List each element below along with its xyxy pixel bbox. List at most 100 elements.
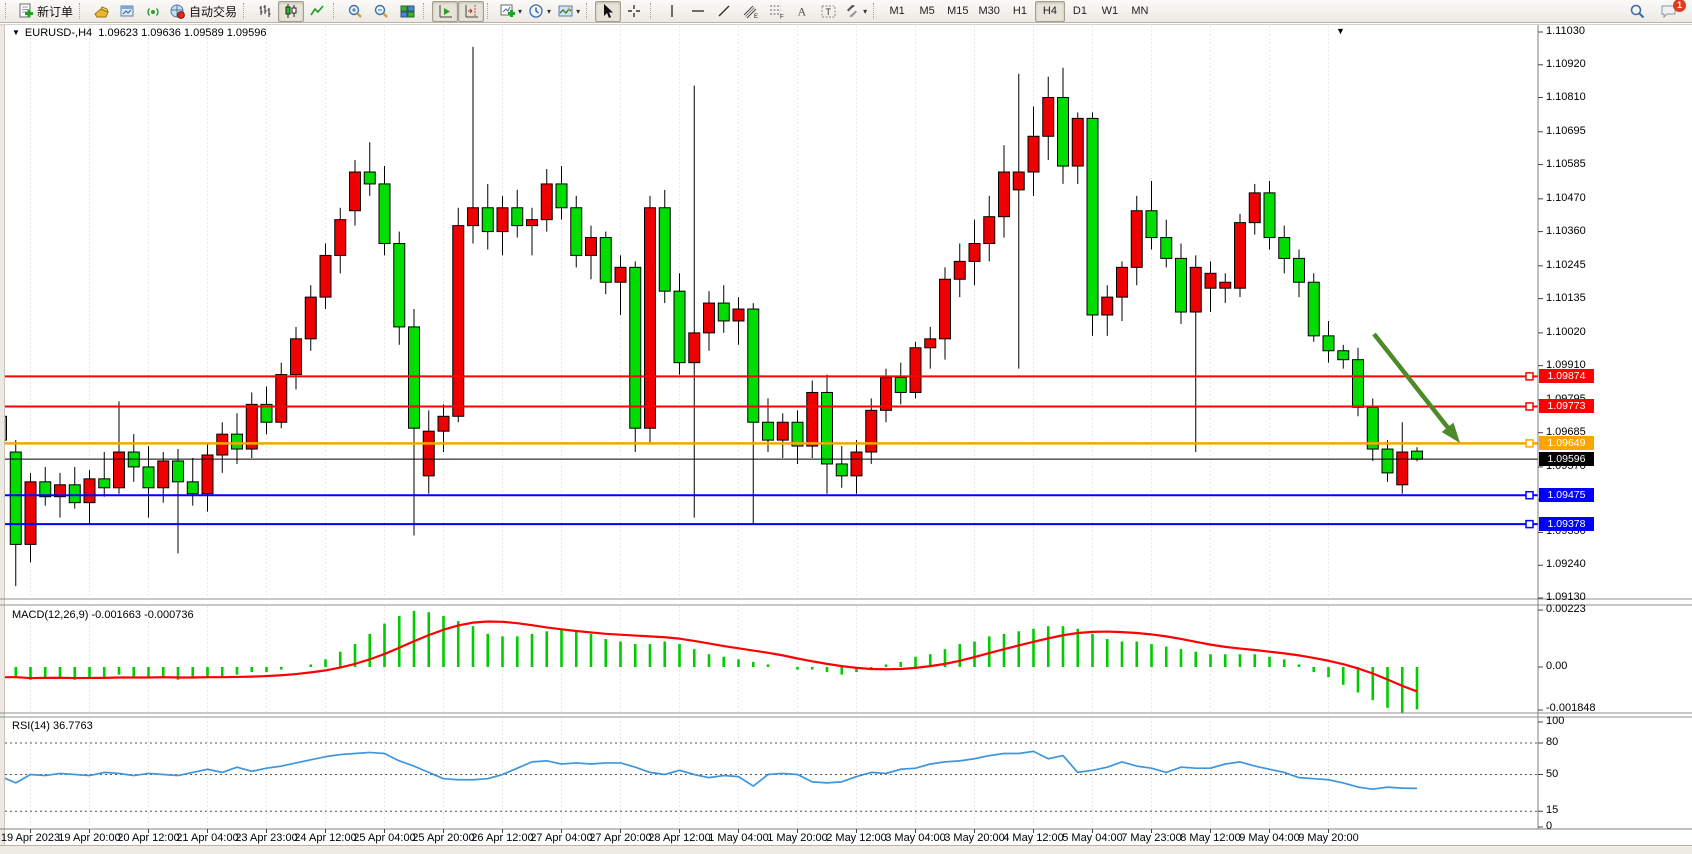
price-level-badge: 1.09874 [1539,369,1594,383]
autotrading-icon [169,3,186,20]
macd-values: -0.001663 -0.000736 [91,609,193,621]
date-tick-label: 19 Apr 20:00 [58,832,120,844]
price-level-badge: 1.09596 [1539,452,1594,466]
price-level-badge: 1.09475 [1539,488,1594,502]
cursor-button[interactable] [595,1,621,22]
macd-tick-label: -0.001848 [1546,702,1596,714]
price-tick-label: 1.09240 [1546,558,1586,570]
toolbar-grip [5,3,11,19]
timeframe-w1-button[interactable]: W1 [1095,1,1125,22]
timeframe-m5-button[interactable]: M5 [912,1,942,22]
toolbar-grip [79,3,85,19]
chart-canvas[interactable] [0,24,1692,846]
arrows-button[interactable]: ▾ [841,1,870,22]
svg-text:A: A [798,5,807,19]
market-watch-button[interactable] [88,1,114,22]
templates-button[interactable]: ▾ [554,1,583,22]
date-tick-label: 5 May 04:00 [1062,832,1123,844]
rsi-value: 36.7763 [53,720,93,732]
bar-chart-icon [257,3,273,19]
zoom-out-button[interactable] [368,1,394,22]
status-bar [0,845,1692,854]
svg-text:E: E [754,14,758,20]
text-label-icon: T [820,3,837,20]
rsi-tick-label: 0 [1546,820,1552,832]
timeframe-mn-button[interactable]: MN [1125,1,1155,22]
timeframe-d1-button[interactable]: D1 [1065,1,1095,22]
text-label-button[interactable]: T [815,1,841,22]
candlestick-icon [283,3,299,19]
date-tick-label: 25 Apr 04:00 [353,832,415,844]
macd-histogram [1,611,1417,714]
autotrading-button[interactable]: 自动交易 [166,1,240,22]
trend-arrow-line[interactable] [1374,334,1451,432]
toolbar-grip [243,3,249,19]
timeframe-h1-button[interactable]: H1 [1005,1,1035,22]
data-window-button[interactable] [114,1,140,22]
chart-shift-button[interactable] [458,1,484,22]
candlestick-chart-button[interactable] [278,1,304,22]
chevron-down-icon[interactable]: ▾ [518,7,522,16]
trendline-button[interactable] [711,1,737,22]
search-button[interactable] [1624,1,1650,22]
macd-indicator-label: MACD(12,26,9) -0.001663 -0.000736 [12,609,194,621]
crosshair-icon [626,3,642,19]
fibonacci-button[interactable]: F [763,1,789,22]
chart-symbol-timeframe: EURUSD-,H4 [25,27,92,39]
trendline-icon [716,3,732,19]
timeframe-m15-button[interactable]: M15 [942,1,973,22]
channel-icon: E [742,3,759,20]
rsi-tick-label: 100 [1546,715,1564,727]
auto-scroll-button[interactable] [432,1,458,22]
rsi-tick-label: 80 [1546,736,1558,748]
tile-windows-button[interactable] [394,1,420,22]
zoom-in-button[interactable] [342,1,368,22]
chart-ohlc-quotes: 1.09623 1.09636 1.09589 1.09596 [98,27,266,39]
line-chart-button[interactable] [304,1,330,22]
new-order-button[interactable]: 新订单 [14,1,76,22]
zoom-out-icon [373,3,390,20]
chevron-down-icon[interactable]: ▾ [547,7,551,16]
horizontal-lines[interactable] [5,373,1538,528]
clock-icon [528,3,545,20]
timeframe-m1-button[interactable]: M1 [882,1,912,22]
date-tick-label: 9 May 20:00 [1298,832,1359,844]
date-tick-label: 2 May 12:00 [826,832,887,844]
chart-window[interactable]: ▼ EURUSD-,H4 1.09623 1.09636 1.09589 1.09… [0,24,1692,846]
text-icon: A [794,3,810,19]
chevron-down-icon[interactable]: ▾ [576,7,580,16]
timeframe-h4-button[interactable]: H4 [1035,1,1065,22]
bar-chart-button[interactable] [252,1,278,22]
price-tick-label: 1.10920 [1546,58,1586,70]
macd-tick-label: 0.00 [1546,660,1567,672]
hline-button[interactable] [685,1,711,22]
chart-collapse-icon[interactable]: ▼ [12,28,20,37]
rsi-tick-label: 15 [1546,804,1558,816]
timeframe-m30-button[interactable]: M30 [974,1,1005,22]
crosshair-button[interactable] [621,1,647,22]
new-chart-button[interactable]: ▾ [496,1,525,22]
text-button[interactable]: A [789,1,815,22]
date-tick-label: 3 May 20:00 [944,832,1005,844]
date-tick-label: 28 Apr 12:00 [648,832,710,844]
chevron-down-icon[interactable]: ▾ [863,7,867,16]
trading-terminal-window: { "toolbar": { "new_order_label": "新订单",… [0,0,1692,854]
toolbar-grip [650,3,656,19]
rsi-line [1,751,1417,789]
price-tick-label: 1.10360 [1546,225,1586,237]
date-tick-label: 20 Apr 12:00 [117,832,179,844]
periods-button[interactable]: ▾ [525,1,554,22]
date-tick-label: 7 May 23:00 [1121,832,1182,844]
vline-button[interactable] [659,1,685,22]
date-tick-label: 4 May 12:00 [1003,832,1064,844]
channel-button[interactable]: E [737,1,763,22]
chart-shift-marker-icon[interactable]: ▼ [1336,26,1345,36]
signals-button[interactable] [140,1,166,22]
date-tick-label: 25 Apr 20:00 [412,832,474,844]
price-level-badge: 1.09378 [1539,517,1594,531]
data-window-icon [119,3,136,20]
price-tick-label: 1.10020 [1546,326,1586,338]
toolbar-grip [487,3,493,19]
toolbar-grip [873,3,879,19]
notifications-button[interactable]: 1 [1656,1,1682,22]
